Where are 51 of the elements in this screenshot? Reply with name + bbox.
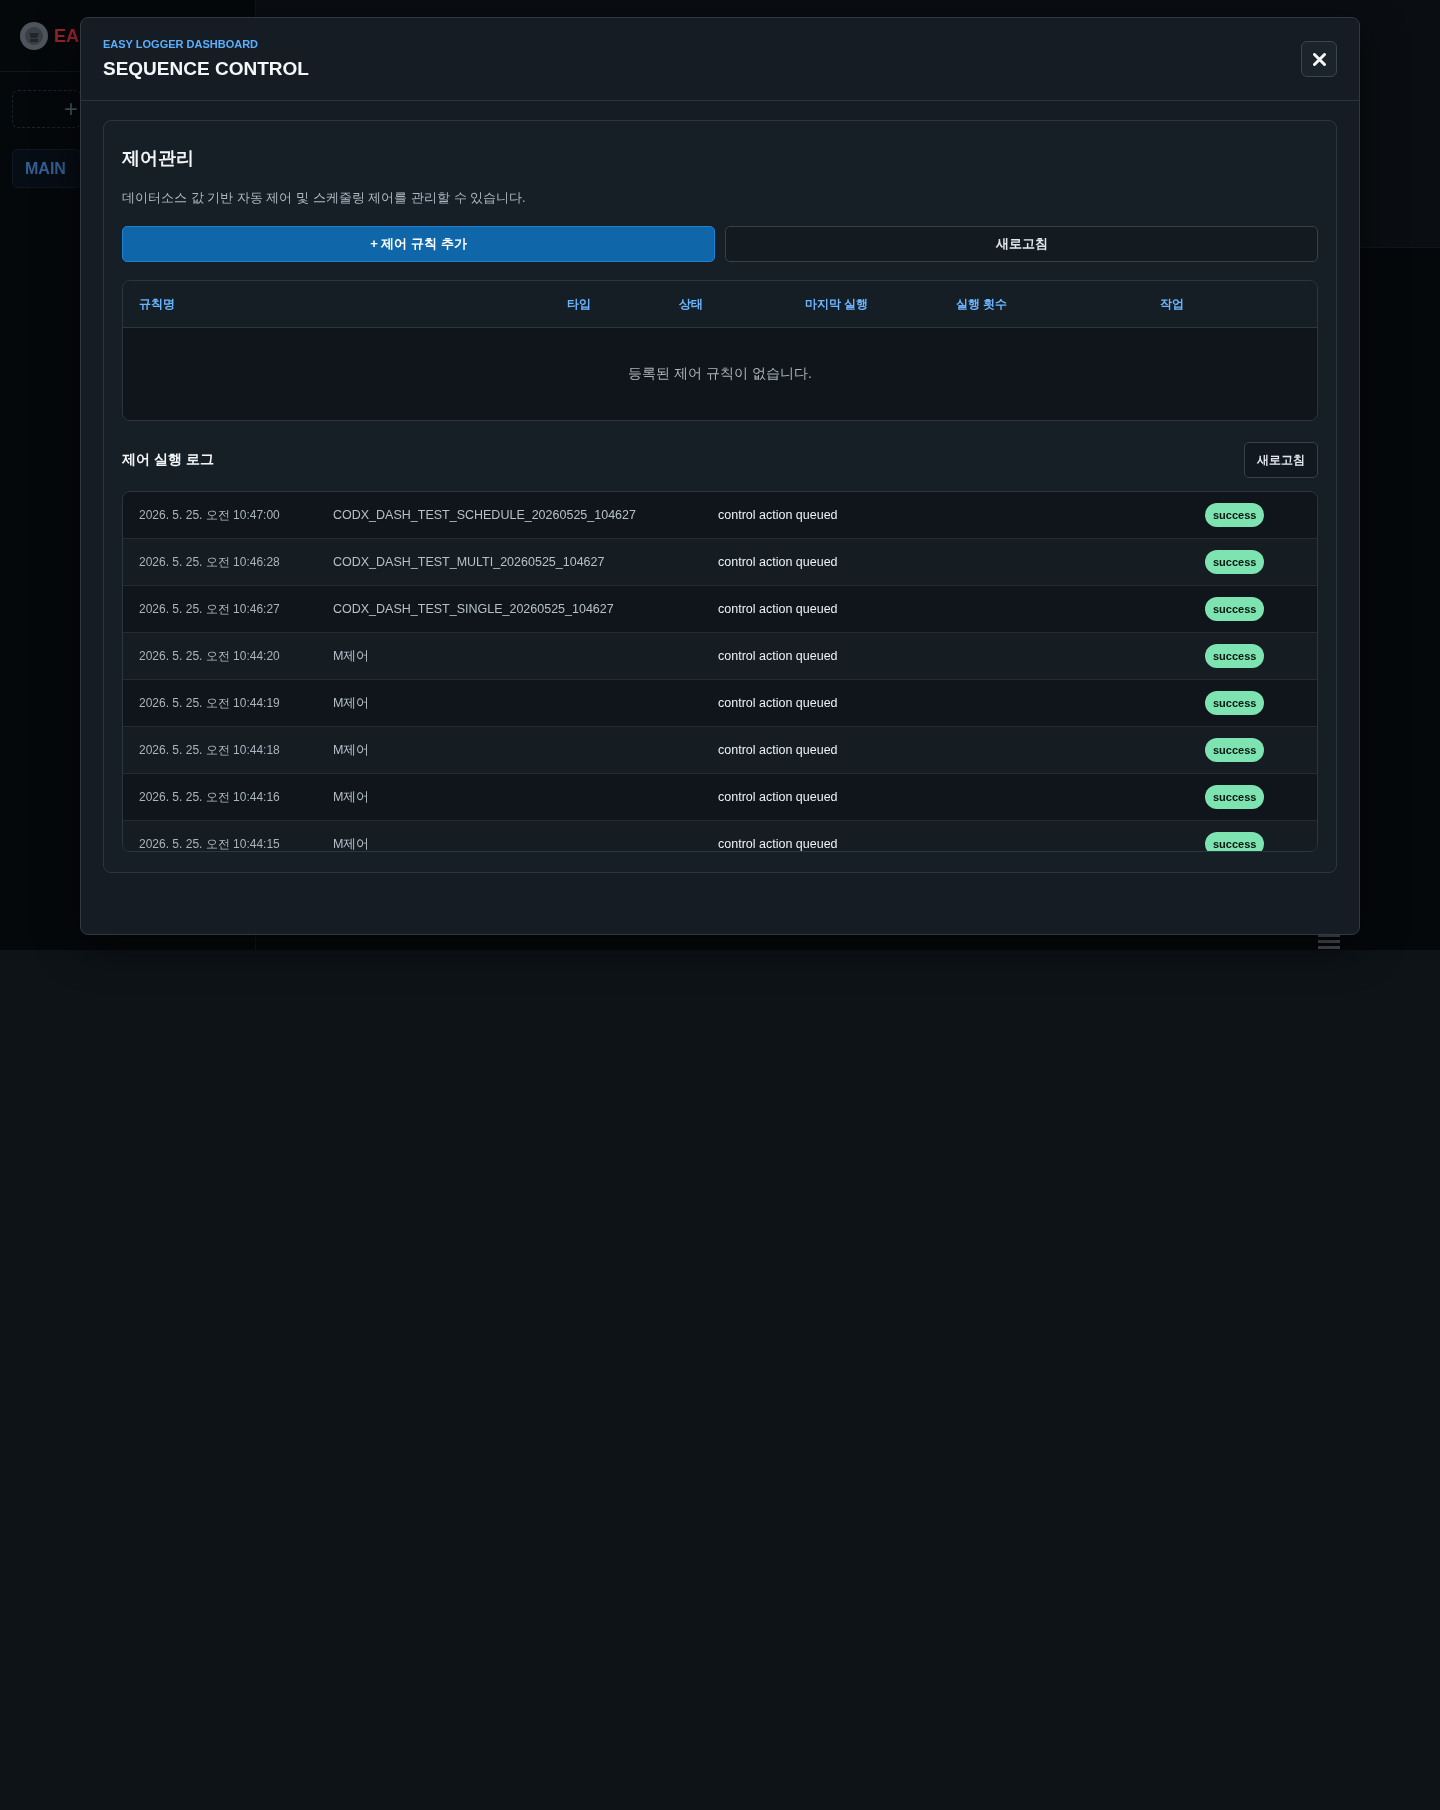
close-icon	[1312, 52, 1326, 66]
column-header: 규칙명	[139, 295, 176, 313]
panel-description: 데이터소스 값 기반 자동 제어 및 스케줄링 제어를 관리할 수 있습니다.	[122, 189, 527, 207]
log-rule-name: M제어	[333, 835, 371, 851]
log-time: 2026. 5. 25. 오전 10:44:19	[139, 694, 281, 712]
status-badge: success	[1205, 738, 1265, 762]
status-badge: success	[1205, 785, 1265, 809]
log-time: 2026. 5. 25. 오전 10:44:20	[139, 647, 281, 665]
modal-title: SEQUENCE CONTROL	[103, 58, 309, 80]
log-time: 2026. 5. 25. 오전 10:44:15	[139, 835, 281, 851]
column-header: 마지막 실행	[805, 295, 870, 313]
modal-subtitle: EASY LOGGER DASHBOARD	[103, 38, 260, 51]
log-time: 2026. 5. 25. 오전 10:46:28	[139, 553, 281, 571]
column-header: 상태	[679, 295, 704, 313]
log-time: 2026. 5. 25. 오전 10:46:27	[139, 600, 281, 618]
log-rule-name: CODX_DASH_TEST_SCHEDULE_20260525_104627	[333, 508, 637, 522]
empty-message: 등록된 제어 규칙이 없습니다.	[628, 365, 812, 383]
status-badge: success	[1205, 550, 1265, 574]
status-badge: success	[1205, 503, 1265, 527]
log-message: control action queued	[718, 508, 839, 522]
log-message: control action queued	[718, 743, 839, 757]
log-message: control action queued	[718, 837, 839, 851]
log-rule-name: M제어	[333, 741, 371, 759]
add-rule-button[interactable]: + 제어 규칙 추가	[122, 226, 715, 262]
log-message: control action queued	[718, 602, 839, 616]
log-time: 2026. 5. 25. 오전 10:47:00	[139, 506, 281, 524]
column-header: 작업	[1160, 295, 1185, 313]
logo-icon	[20, 21, 48, 50]
column-header: 실행 횟수	[956, 295, 1009, 313]
log-rule-name: M제어	[333, 694, 371, 712]
log-rule-name: M제어	[333, 647, 371, 665]
log-message: control action queued	[718, 555, 839, 569]
status-badge: success	[1205, 691, 1265, 715]
status-badge: success	[1205, 832, 1265, 851]
status-badge: success	[1205, 644, 1265, 668]
log-title: 제어 실행 로그	[122, 451, 214, 469]
log-message: control action queued	[718, 696, 839, 710]
log-time: 2026. 5. 25. 오전 10:44:18	[139, 741, 281, 759]
status-badge: success	[1205, 597, 1265, 621]
log-rule-name: CODX_DASH_TEST_MULTI_20260525_104627	[333, 555, 606, 569]
column-header: 타입	[567, 295, 592, 313]
refresh-button[interactable]: 새로고침	[725, 226, 1318, 262]
refresh-button[interactable]: 새로고침	[1244, 442, 1318, 478]
log-message: control action queued	[718, 790, 839, 804]
panel-title: 제어관리	[122, 147, 195, 169]
log-rule-name: CODX_DASH_TEST_SINGLE_20260525_104627	[333, 602, 615, 616]
brand-name: EA	[54, 24, 79, 47]
log-time: 2026. 5. 25. 오전 10:44:16	[139, 788, 281, 806]
log-rule-name: M제어	[333, 788, 371, 806]
log-message: control action queued	[718, 649, 839, 663]
close-button[interactable]	[1301, 41, 1337, 77]
